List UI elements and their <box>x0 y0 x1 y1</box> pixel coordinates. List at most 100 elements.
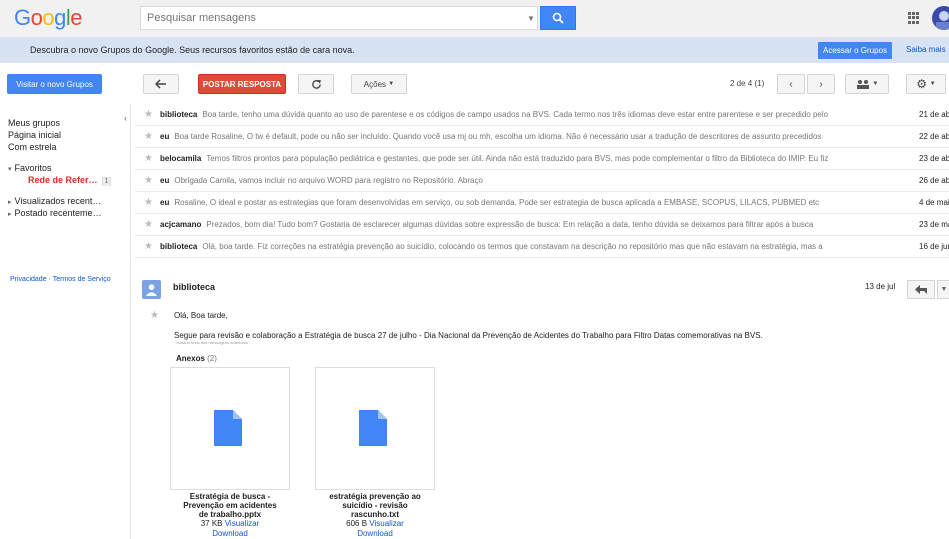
download-link[interactable]: Download <box>170 529 290 538</box>
thread-author: eu <box>160 132 170 141</box>
actions-label: Ações <box>363 79 387 89</box>
thread-snippet: Boa tarde Rosaline, O tw é default, pode… <box>174 132 822 141</box>
visit-new-groups-button[interactable]: Visitar o novo Grupos <box>7 74 102 94</box>
unread-count-badge: 1 <box>101 177 112 186</box>
sidebar-item-favorites[interactable]: ▾ Favoritos <box>8 162 123 174</box>
expanded-message: biblioteca 13 de jul ▼ ★ Olá, Boa tarde,… <box>135 280 949 539</box>
favorites-label: Favoritos <box>14 163 52 173</box>
thread-row[interactable]: ★ eu Obrigada Camila, vamos incluir no ar… <box>135 170 949 192</box>
message-greeting: Olá, Boa tarde, <box>174 311 228 320</box>
document-icon <box>214 410 242 446</box>
sidebar-footer: Privacidade · Termos de Serviço <box>10 276 111 283</box>
thread-row[interactable]: ★ acjcamano Prezados, bom dia! Tudo bom? … <box>135 214 949 236</box>
star-icon[interactable]: ★ <box>150 310 159 321</box>
refresh-button[interactable] <box>298 74 334 94</box>
thread-date: 23 de abr <box>919 154 949 163</box>
thread-date: 22 de abr <box>919 132 949 141</box>
star-icon[interactable]: ★ <box>144 175 153 186</box>
gear-icon: ⚙ <box>916 77 928 91</box>
star-icon[interactable]: ★ <box>144 109 153 120</box>
thread-author: belocamila <box>160 154 202 163</box>
chevron-down-icon: ▼ <box>940 286 948 293</box>
favorite-group-label: Rede de Refer… <box>28 175 98 185</box>
add-people-dropdown[interactable]: ▼ <box>845 74 889 94</box>
attachment-thumbnail[interactable] <box>170 367 290 490</box>
thread-row[interactable]: ★ belocamila Temos filtros prontos para p… <box>135 148 949 170</box>
post-reply-button[interactable]: POSTAR RESPOSTA <box>198 74 286 94</box>
thread-date: 16 de jun <box>919 242 949 251</box>
thread-snippet: Olá, boa tarde. Fiz correções na estraté… <box>202 242 823 251</box>
reply-icon <box>915 285 927 294</box>
attachment-name: estratégia prevenção ao suicídio - revis… <box>329 492 421 519</box>
account-avatar[interactable] <box>932 6 949 30</box>
thread-snippet: Rosaline, O ideal e postar as estrategia… <box>174 198 820 207</box>
sidebar-item-home[interactable]: Página inicial <box>8 129 123 141</box>
google-logo[interactable]: Google <box>14 5 83 31</box>
sidebar-item-recently-posted[interactable]: ▸ Postado recenteme… <box>8 207 123 219</box>
sidebar-item-starred[interactable]: Com estrela <box>8 141 123 153</box>
thread-row[interactable]: ★ eu Boa tarde Rosaline, O tw é default, … <box>135 126 949 148</box>
sidebar-item-recently-viewed[interactable]: ▸ Visualizados recent… <box>8 195 123 207</box>
attachments-count: (2) <box>207 354 217 363</box>
view-link[interactable]: Visualizar <box>369 519 404 528</box>
thread-date: 21 de abr <box>919 110 949 119</box>
star-icon[interactable]: ★ <box>144 241 153 252</box>
star-icon[interactable]: ★ <box>144 197 153 208</box>
search-icon <box>552 12 564 24</box>
chevron-down-icon[interactable]: ▼ <box>525 14 537 23</box>
thread-author: acjcamano <box>160 220 202 229</box>
show-quoted-text-link[interactable]: - mostrar texto das mensagens anteriores… <box>174 340 250 345</box>
star-icon[interactable]: ★ <box>144 131 153 142</box>
download-link[interactable]: Download <box>315 529 435 538</box>
recently-viewed-label: Visualizados recent… <box>14 196 102 206</box>
view-link[interactable]: Visualizar <box>225 519 260 528</box>
terms-link[interactable]: Termos de Serviço <box>53 276 111 283</box>
top-bar: Google ▼ <box>0 0 949 38</box>
message-author[interactable]: biblioteca <box>173 282 215 292</box>
more-options-button[interactable]: ▼ <box>937 280 949 299</box>
attachment-name: Estratégia de busca - Prevenção em acide… <box>183 492 277 519</box>
search-input[interactable] <box>141 7 525 29</box>
attachment-size: 37 KB <box>200 519 223 528</box>
chevron-down-icon: ▼ <box>929 81 936 87</box>
thread-row[interactable]: ★ biblioteca Boa tarde, tenho uma dúvida … <box>135 104 949 126</box>
thread-author: biblioteca <box>160 110 198 119</box>
next-topic-button[interactable]: › <box>807 74 835 94</box>
recently-posted-label: Postado recenteme… <box>14 208 102 218</box>
thread-snippet: Boa tarde, tenho uma dúvida quanto ao us… <box>202 110 829 119</box>
attachment-meta: 37 KB Visualizar <box>170 519 290 528</box>
collapse-sidebar-icon[interactable]: ‹ <box>124 113 127 123</box>
search-box: ▼ <box>140 6 538 30</box>
settings-dropdown[interactable]: ⚙ ▼ <box>906 74 946 94</box>
document-icon <box>359 410 387 446</box>
promo-banner: Descubra o novo Grupos do Google. Seus r… <box>0 38 949 63</box>
open-groups-button[interactable]: Acessar o Grupos <box>818 42 892 59</box>
thread-author: eu <box>160 198 170 207</box>
reply-button[interactable] <box>907 280 935 299</box>
person-icon <box>145 284 158 296</box>
star-icon[interactable]: ★ <box>144 153 153 164</box>
thread-snippet: Prezados, bom dia! Tudo bom? Gostaria de… <box>206 220 814 229</box>
actions-dropdown[interactable]: Ações ▼ <box>351 74 407 94</box>
sidebar-item-favorite-group[interactable]: Rede de Refer… 1 <box>8 174 123 186</box>
apps-grid-icon[interactable] <box>908 12 920 24</box>
pager-text: 2 de 4 (1) <box>730 79 765 88</box>
search-button[interactable] <box>540 6 576 30</box>
back-button[interactable] <box>143 74 179 94</box>
promo-text: Descubra o novo Grupos do Google. Seus r… <box>30 45 355 55</box>
attachment-meta: 606 B Visualizar <box>315 519 435 528</box>
people-icon <box>856 80 869 89</box>
privacy-link[interactable]: Privacidade <box>10 276 47 283</box>
account-icon <box>936 11 949 30</box>
author-avatar <box>142 280 161 299</box>
thread-row[interactable]: ★ biblioteca Olá, boa tarde. Fiz correçõe… <box>135 236 949 258</box>
thread-snippet: Temos filtros prontos para população ped… <box>206 154 829 163</box>
thread-row[interactable]: ★ eu Rosaline, O ideal e postar as estrat… <box>135 192 949 214</box>
attachment-thumbnail[interactable] <box>315 367 435 490</box>
attachment-size: 606 B <box>346 519 368 528</box>
refresh-icon <box>311 79 321 89</box>
star-icon[interactable]: ★ <box>144 219 153 230</box>
sidebar-item-my-groups[interactable]: Meus grupos <box>8 117 123 129</box>
learn-more-link[interactable]: Saiba mais <box>906 45 946 54</box>
previous-topic-button[interactable]: ‹ <box>777 74 805 94</box>
